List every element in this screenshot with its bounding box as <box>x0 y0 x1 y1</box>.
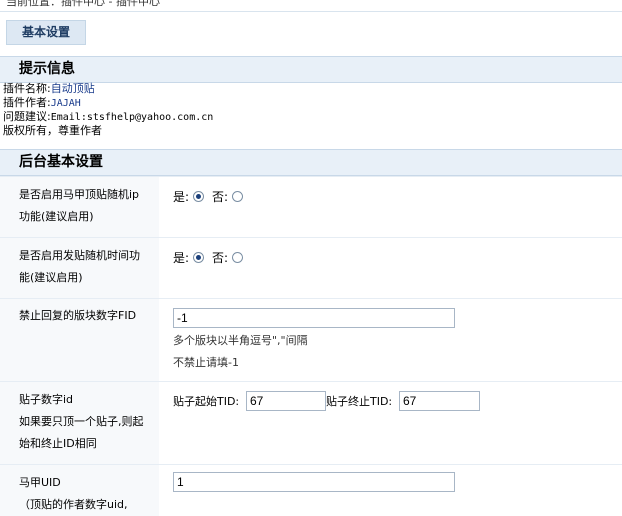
setting-label: 贴子数字id <box>19 393 74 406</box>
setting-label: 禁止回复的版块数字FID <box>19 309 137 322</box>
breadcrumb: 当前位置：插件中心 - 插件中心 <box>0 0 622 12</box>
info-plugin-author: 插件作者:JAJAH <box>3 96 81 111</box>
radio-group-random-ip: 是: 否: <box>173 188 251 205</box>
start-tid-input[interactable]: 67 <box>246 391 326 411</box>
info-copyright: 版权所有，尊重作者 <box>3 124 102 138</box>
label-cell: 是否启用发贴随机时间功 能(建议启用) <box>0 238 159 298</box>
info-value: JAJAH <box>50 98 81 109</box>
label-cell: 马甲UID （顶贴的作者数字uid, <box>0 465 159 516</box>
vest-uid-input[interactable]: 1 <box>173 472 455 492</box>
setting-label: 如果要只顶一个贴子,则起 <box>19 415 144 428</box>
setting-label: 功能(建议启用) <box>19 210 94 223</box>
breadcrumb-text: 当前位置：插件中心 - 插件中心 <box>6 0 160 8</box>
setting-label: 马甲UID <box>19 476 61 489</box>
setting-row-random-time: 是否启用发贴随机时间功 能(建议启用) 是: 否: <box>0 237 622 298</box>
setting-label: 是否启用发贴随机时间功 <box>19 249 140 262</box>
radio-no[interactable] <box>232 191 244 202</box>
start-tid-label: 贴子起始TID: <box>173 395 240 408</box>
radio-yes[interactable] <box>193 252 205 263</box>
setting-label: （顶贴的作者数字uid, <box>19 498 128 511</box>
info-value: Email:stsfhelp@yahoo.com.cn <box>50 112 214 123</box>
setting-row-forbidden-fid: 禁止回复的版块数字FID -1 多个版块以半角逗号","间隔 不禁止请填-1 <box>0 298 622 381</box>
forbidden-fid-input[interactable]: -1 <box>173 308 455 328</box>
setting-row-random-ip: 是否启用马甲顶贴随机ip 功能(建议启用) 是: 否: <box>0 176 622 237</box>
hint-text: 多个版块以半角逗号","间隔 <box>173 334 308 347</box>
label-cell: 是否启用马甲顶贴随机ip 功能(建议启用) <box>0 177 159 237</box>
setting-label: 是否启用马甲顶贴随机ip <box>19 188 140 201</box>
hint-text: 不禁止请填-1 <box>173 356 239 369</box>
radio-yes[interactable] <box>193 191 205 202</box>
yes-label: 是: <box>173 251 190 265</box>
info-suggestion: 问题建议:Email:stsfhelp@yahoo.com.cn <box>3 110 213 125</box>
no-label: 否: <box>212 190 229 204</box>
setting-row-vest-uid: 马甲UID （顶贴的作者数字uid, 1 <box>0 464 622 516</box>
radio-group-random-time: 是: 否: <box>173 249 251 266</box>
info-key: 插件作者: <box>3 96 51 109</box>
no-label: 否: <box>212 251 229 265</box>
info-value: 自动顶贴 <box>50 82 95 95</box>
label-cell: 禁止回复的版块数字FID <box>0 299 159 381</box>
section-header-settings: 后台基本设置 <box>0 149 622 176</box>
label-cell: 贴子数字id 如果要只顶一个贴子,则起 始和终止ID相同 <box>0 382 159 464</box>
radio-no[interactable] <box>232 252 244 263</box>
end-tid-input[interactable]: 67 <box>399 391 480 411</box>
info-plugin-name: 插件名称:自动顶贴 <box>3 82 95 96</box>
info-key: 版权所有，尊重作者 <box>3 124 102 137</box>
section-header-info: 提示信息 <box>0 56 622 83</box>
info-key: 插件名称: <box>3 82 51 95</box>
setting-row-topic-ids: 贴子数字id 如果要只顶一个贴子,则起 始和终止ID相同 贴子起始TID: 67… <box>0 381 622 464</box>
info-key: 问题建议: <box>3 110 51 123</box>
tab-basic-settings[interactable]: 基本设置 <box>6 20 86 45</box>
end-tid-label: 贴子终止TID: <box>326 395 393 408</box>
setting-label: 能(建议启用) <box>19 271 83 284</box>
setting-label: 始和终止ID相同 <box>19 437 97 450</box>
yes-label: 是: <box>173 190 190 204</box>
